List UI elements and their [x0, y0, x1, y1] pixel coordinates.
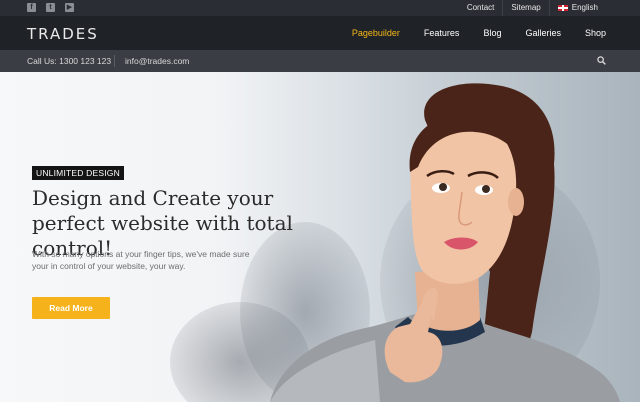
- nav-item-pagebuilder[interactable]: Pagebuilder: [340, 28, 412, 38]
- twitter-icon[interactable]: t: [46, 3, 55, 12]
- utility-links: Contact Sitemap English: [459, 0, 606, 16]
- top-utility-bar: f t ▶ Contact Sitemap English: [0, 0, 640, 16]
- nav-menu: Pagebuilder Features Blog Galleries Shop: [340, 16, 618, 50]
- uk-flag-icon: [557, 4, 568, 11]
- hero-subtext: With so many options at your finger tips…: [32, 249, 250, 271]
- nav-item-galleries[interactable]: Galleries: [513, 28, 573, 38]
- main-navigation: TRADES Pagebuilder Features Blog Galleri…: [0, 16, 640, 50]
- social-links: f t ▶: [27, 3, 74, 12]
- divider: [114, 55, 115, 67]
- read-more-button[interactable]: Read More: [32, 297, 110, 319]
- phone-number[interactable]: Call Us: 1300 123 123: [27, 50, 111, 72]
- youtube-icon[interactable]: ▶: [65, 3, 74, 12]
- contact-bar: Call Us: 1300 123 123 info@trades.com: [0, 50, 640, 72]
- site-logo[interactable]: TRADES: [27, 25, 99, 43]
- nav-item-features[interactable]: Features: [412, 28, 472, 38]
- nav-item-shop[interactable]: Shop: [573, 28, 618, 38]
- email-address[interactable]: info@trades.com: [125, 50, 189, 72]
- search-icon[interactable]: [597, 56, 606, 65]
- facebook-icon[interactable]: f: [27, 3, 36, 12]
- contact-link[interactable]: Contact: [459, 0, 503, 16]
- nav-item-blog[interactable]: Blog: [471, 28, 513, 38]
- hero-banner: UNLIMITED DESIGN Design and Create your …: [0, 72, 640, 402]
- language-selector[interactable]: English: [550, 0, 606, 16]
- hero-badge: UNLIMITED DESIGN: [32, 166, 124, 180]
- language-label: English: [571, 3, 598, 12]
- sitemap-link[interactable]: Sitemap: [503, 0, 548, 16]
